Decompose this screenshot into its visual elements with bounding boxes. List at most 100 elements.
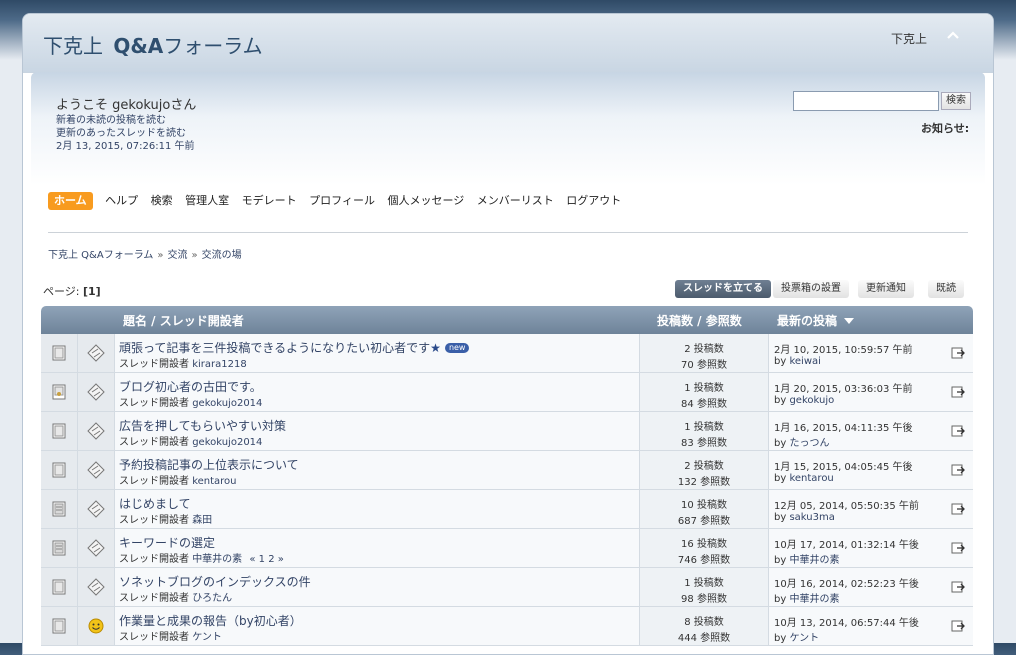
chevron-up-icon[interactable]	[945, 28, 961, 44]
views-value: 746	[677, 555, 697, 566]
topic-status-cell	[41, 412, 78, 450]
table-row: 広告を押してもらいやすい対策 スレッド開設者 gekokujo2014 1 投稿…	[41, 412, 973, 451]
goto-last-post-icon[interactable]	[951, 502, 965, 516]
posts-count: 1 投稿数	[640, 574, 768, 589]
menu-search[interactable]: 検索	[151, 192, 173, 210]
current-datetime: 2月 13, 2015, 07:26:11 午前	[56, 141, 195, 152]
goto-last-post-icon[interactable]	[951, 619, 965, 633]
table-row: 作業量と成果の報告（by初心者） スレッド開設者 ケント 8 投稿数 444 参…	[41, 607, 973, 646]
post-icon-cell	[78, 373, 115, 411]
menu-admin[interactable]: 管理人室	[185, 192, 229, 210]
topic-starter: スレッド開設者 kirara1218	[119, 355, 247, 370]
last-poster-link[interactable]: 中華井の素	[789, 594, 839, 605]
starter-link[interactable]: ケント	[192, 632, 222, 643]
topic-title-link[interactable]: ブログ初心者の古田です。	[119, 380, 262, 394]
user-section: ようこそ gekokujoさん 新着の未読の投稿を読む 更新のあったスレッドを読…	[31, 72, 985, 185]
goto-last-post-icon[interactable]	[951, 580, 965, 594]
goto-last-post-icon[interactable]	[951, 346, 965, 360]
menu-messages[interactable]: 個人メッセージ	[387, 192, 464, 210]
search-input[interactable]	[793, 91, 939, 111]
topic-pages[interactable]: « 1 2 »	[249, 554, 284, 565]
goto-last-post-icon[interactable]	[951, 463, 965, 477]
by-label: by	[774, 395, 787, 406]
last-poster-link[interactable]: gekokujo	[789, 395, 834, 406]
forum-title-bold: Q&A	[113, 34, 164, 58]
notify-button[interactable]: 更新通知	[858, 280, 914, 298]
breadcrumb-forum[interactable]: 下克上 Q&Aフォーラム	[48, 250, 153, 261]
unread-replies-link[interactable]: 更新のあったスレッドを読む	[56, 128, 186, 139]
menu-logout[interactable]: ログアウト	[566, 192, 621, 210]
posts-suffix: 投稿数	[693, 461, 724, 472]
views-suffix: 参照数	[696, 594, 727, 605]
goto-last-post-icon[interactable]	[951, 541, 965, 555]
by-label: by	[774, 594, 787, 605]
last-post-date: 10月 17, 2014, 01:32:14 午後	[774, 540, 919, 551]
topic-title-row: 頑張って記事を三件投稿できるようになりたい初心者です★ new	[119, 339, 470, 356]
menu-profile[interactable]: プロフィール	[309, 192, 375, 210]
topic-table: 題名 / スレッド開設者 投稿数 / 参照数 最新の投稿 頑張って記事を三件投稿…	[41, 306, 973, 646]
topic-title-link[interactable]: ソネットブログのインデックスの件	[119, 575, 311, 589]
views-count: 132 参照数	[640, 473, 768, 488]
mark-read-button[interactable]: 既読	[928, 280, 964, 298]
last-post-cell: 12月 05, 2014, 05:50:35 午前 by saku3ma	[769, 490, 973, 528]
starter-link[interactable]: kirara1218	[192, 359, 247, 370]
search-button[interactable]: 検索	[941, 92, 971, 110]
last-post-author: by keiwai	[774, 356, 821, 367]
starter-link[interactable]: ひろたん	[192, 593, 232, 604]
posts-suffix: 投稿数	[696, 539, 727, 550]
header-tagline: 下克上	[891, 32, 928, 46]
starter-link[interactable]: 中華井の素	[192, 554, 242, 565]
views-count: 746 参照数	[640, 551, 768, 566]
stats-cell: 10 投稿数 687 参照数	[640, 490, 769, 528]
col-stats[interactable]: 投稿数 / 参照数	[657, 312, 742, 329]
last-poster-link[interactable]: kentarou	[789, 473, 833, 484]
menu-home[interactable]: ホーム	[48, 192, 93, 210]
topic-starter: スレッド開設者 森田	[119, 511, 212, 526]
topic-title-row: はじめまして	[119, 495, 191, 512]
unread-posts-link[interactable]: 新着の未読の投稿を読む	[56, 115, 166, 126]
menu-memberlist[interactable]: メンバーリスト	[477, 192, 554, 210]
starter-link[interactable]: 森田	[192, 515, 212, 526]
forum-title[interactable]: 下克上 Q&Aフォーラム	[43, 30, 263, 59]
col-last-post[interactable]: 最新の投稿	[777, 312, 855, 329]
views-count: 70 参照数	[640, 356, 768, 371]
last-post-cell: 1月 16, 2015, 04:11:35 午後 by たっつん	[769, 412, 973, 450]
breadcrumb-board[interactable]: 交流の場	[202, 250, 242, 261]
last-post-author: by たっつん	[774, 434, 829, 449]
topic-starter: スレッド開設者 gekokujo2014	[119, 394, 262, 409]
last-poster-link[interactable]: 中華井の素	[789, 555, 839, 566]
new-badge[interactable]: new	[444, 343, 470, 353]
posts-count: 16 投稿数	[640, 535, 768, 550]
new-poll-button[interactable]: 投票箱の設置	[773, 280, 849, 298]
last-poster-link[interactable]: keiwai	[789, 356, 820, 367]
topic-title-link[interactable]: キーワードの選定	[119, 536, 215, 550]
last-poster-link[interactable]: saku3ma	[789, 512, 834, 523]
new-topic-button[interactable]: スレッドを立てる	[675, 280, 771, 298]
topic-title-link[interactable]: はじめまして	[119, 497, 191, 511]
menu-moderate[interactable]: モデレート	[242, 192, 297, 210]
breadcrumb-category[interactable]: 交流	[168, 250, 188, 261]
last-post-date: 12月 05, 2014, 05:50:35 午前	[774, 501, 919, 512]
starter-link[interactable]: gekokujo2014	[192, 398, 262, 409]
topic-title-link[interactable]: 広告を押してもらいやすい対策	[119, 419, 286, 433]
starter-link[interactable]: kentarou	[192, 476, 236, 487]
started-by-label: スレッド開設者	[119, 476, 189, 487]
views-count: 83 参照数	[640, 434, 768, 449]
started-by-label: スレッド開設者	[119, 437, 189, 448]
goto-last-post-icon[interactable]	[951, 424, 965, 438]
last-post-author: by 中華井の素	[774, 551, 839, 566]
last-post-author: by ケント	[774, 629, 819, 644]
col-subject[interactable]: 題名 / スレッド開設者	[123, 312, 244, 329]
last-post-cell: 10月 13, 2014, 06:57:44 午後 by ケント	[769, 607, 973, 645]
topic-title-link[interactable]: 予約投稿記事の上位表示について	[119, 458, 299, 472]
goto-last-post-icon[interactable]	[951, 385, 965, 399]
last-poster-link[interactable]: ケント	[789, 633, 819, 644]
views-value: 132	[677, 477, 697, 488]
topic-title-link[interactable]: 作業量と成果の報告（by初心者）	[119, 614, 302, 628]
starter-link[interactable]: gekokujo2014	[192, 437, 262, 448]
news-label: お知らせ:	[921, 122, 970, 135]
topic-title-link[interactable]: 頑張って記事を三件投稿できるようになりたい初心者です	[119, 341, 430, 355]
menu-help[interactable]: ヘルプ	[105, 192, 138, 210]
last-poster-link[interactable]: たっつん	[789, 438, 829, 449]
started-by-label: スレッド開設者	[119, 515, 189, 526]
